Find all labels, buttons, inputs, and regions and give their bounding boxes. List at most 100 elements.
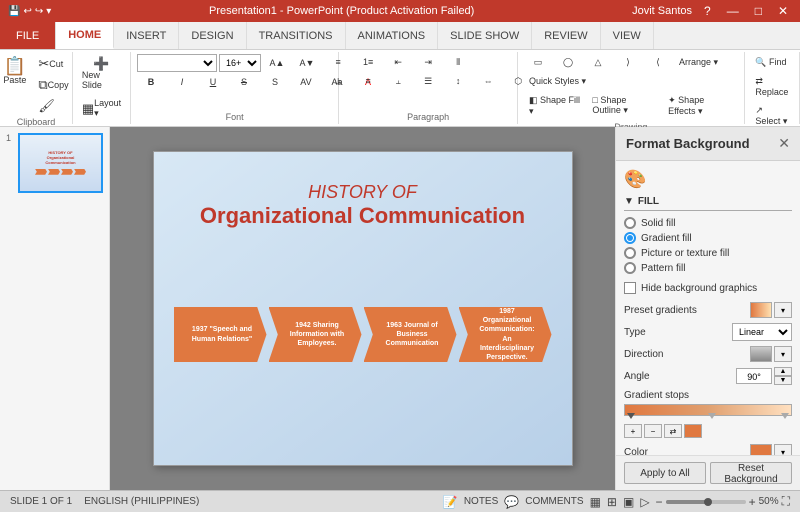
arrange-button[interactable]: Arrange ▾: [674, 54, 723, 71]
tab-transitions[interactable]: TRANSITIONS: [247, 22, 346, 49]
strikethrough-button[interactable]: S: [230, 74, 258, 90]
quick-access-toolbar[interactable]: 💾 ↩ ↪ ▾: [8, 6, 51, 17]
align-left-button[interactable]: ⫡: [324, 73, 352, 90]
bullets-button[interactable]: ≡: [324, 54, 352, 71]
reverse-stops-btn[interactable]: ⇄: [664, 424, 682, 438]
stop-marker-2[interactable]: [708, 413, 716, 419]
gradient-bar[interactable]: [624, 404, 792, 416]
shape-4[interactable]: ⟩: [614, 54, 642, 71]
tab-insert[interactable]: INSERT: [114, 22, 179, 49]
bold-button[interactable]: B: [137, 74, 165, 90]
slide-canvas[interactable]: HISTORY OF Organizational Communication …: [153, 151, 573, 466]
numbering-button[interactable]: 1≡: [354, 54, 382, 71]
italic-button[interactable]: I: [168, 74, 196, 90]
copy-button[interactable]: ⧉ Copy: [33, 75, 73, 94]
pattern-fill-option[interactable]: Pattern fill: [624, 262, 792, 274]
normal-view-btn[interactable]: ▦: [590, 495, 601, 509]
preset-dropdown-btn[interactable]: ▾: [774, 302, 792, 318]
tab-file[interactable]: FILE: [0, 22, 56, 49]
gradient-fill-radio[interactable]: [624, 232, 636, 244]
align-center-button[interactable]: ≡: [354, 73, 382, 90]
shape-effects-button[interactable]: ✦ Shape Effects ▾: [663, 92, 738, 120]
maximize-button[interactable]: □: [751, 4, 766, 18]
increase-indent-button[interactable]: ⇥: [414, 54, 442, 71]
type-select[interactable]: Linear: [732, 323, 792, 341]
format-painter-button[interactable]: 🖌: [33, 96, 73, 115]
comments-button[interactable]: 💬: [504, 495, 519, 509]
slide-thumbnail-1[interactable]: HISTORY OFOrganizationalCommunication: [18, 133, 103, 193]
line-spacing-button[interactable]: ↕: [444, 73, 472, 90]
picture-fill-radio[interactable]: [624, 247, 636, 259]
justify-button[interactable]: ☰: [414, 73, 442, 90]
slideshow-btn[interactable]: ▷: [640, 495, 649, 509]
pattern-fill-radio[interactable]: [624, 262, 636, 274]
undo-icon[interactable]: ↩: [23, 6, 31, 17]
shape-2[interactable]: ◯: [554, 54, 582, 71]
remove-stop-btn[interactable]: −: [644, 424, 662, 438]
preset-color-box[interactable]: [750, 302, 772, 318]
replace-button[interactable]: ⇄ Replace: [750, 73, 793, 100]
columns-button[interactable]: ⫴: [444, 54, 472, 71]
canvas-area[interactable]: HISTORY OF Organizational Communication …: [110, 127, 615, 490]
solid-fill-option[interactable]: Solid fill: [624, 217, 792, 229]
stop-marker-3[interactable]: [781, 413, 789, 419]
find-button[interactable]: 🔍 Find: [750, 54, 791, 71]
slide-sorter-btn[interactable]: ⊞: [607, 495, 617, 509]
font-size-select[interactable]: 16+: [219, 54, 261, 72]
arrow-block-1[interactable]: 1937 "Speech and Human Relations": [174, 307, 267, 362]
notes-button[interactable]: 📝: [443, 495, 458, 509]
tab-design[interactable]: DESIGN: [179, 22, 246, 49]
close-button[interactable]: ✕: [774, 4, 792, 18]
tab-review[interactable]: REVIEW: [532, 22, 600, 49]
angle-value[interactable]: 90°: [736, 368, 772, 384]
apply-to-all-button[interactable]: Apply to All: [624, 462, 706, 484]
shadow-button[interactable]: S: [261, 74, 289, 90]
zoom-thumb[interactable]: [704, 498, 712, 506]
new-slide-button[interactable]: ➕ New Slide: [77, 54, 126, 93]
fit-to-window-btn[interactable]: ⛶: [782, 494, 790, 509]
tab-animations[interactable]: ANIMATIONS: [346, 22, 439, 49]
underline-button[interactable]: U: [199, 74, 227, 90]
arrow-block-3[interactable]: 1963 Journal of Business Communication: [364, 307, 457, 362]
stop-marker-1[interactable]: [627, 413, 635, 419]
comments-label[interactable]: COMMENTS: [525, 496, 583, 507]
reset-background-button[interactable]: Reset Background: [710, 462, 792, 484]
arrow-block-4[interactable]: 1987 Organizational Communication: An In…: [459, 307, 552, 362]
tab-slideshow[interactable]: SLIDE SHOW: [438, 22, 532, 49]
quick-styles-button[interactable]: Quick Styles ▾: [524, 73, 591, 90]
direction-dropdown-btn[interactable]: ▾: [774, 346, 792, 362]
spacing-button[interactable]: AV: [292, 74, 320, 90]
font-family-select[interactable]: [137, 54, 217, 72]
hide-bg-checkbox[interactable]: [624, 282, 636, 294]
paste-button[interactable]: 📋 Paste: [0, 54, 31, 88]
help-button[interactable]: ?: [700, 4, 715, 18]
shape-fill-button[interactable]: ◧ Shape Fill ▾: [524, 92, 585, 120]
redo-icon[interactable]: ↪: [35, 6, 43, 17]
arrow-block-2[interactable]: 1942 Sharing Information with Employees.: [269, 307, 362, 362]
shape-1[interactable]: ▭: [524, 54, 552, 71]
color-dropdown-btn[interactable]: ▾: [774, 444, 792, 455]
gradient-fill-option[interactable]: Gradient fill: [624, 232, 792, 244]
minimize-button[interactable]: —: [723, 4, 743, 18]
select-button[interactable]: ↗ Select ▾: [750, 102, 793, 130]
angle-down-btn[interactable]: ▼: [774, 376, 792, 385]
hide-bg-option[interactable]: Hide background graphics: [624, 282, 792, 294]
cut-button[interactable]: ✂ Cut: [33, 54, 73, 73]
direction-preview[interactable]: [750, 346, 772, 362]
save-icon[interactable]: 💾: [8, 6, 20, 17]
angle-up-btn[interactable]: ▲: [774, 367, 792, 376]
decrease-indent-button[interactable]: ⇤: [384, 54, 412, 71]
shape-3[interactable]: △: [584, 54, 612, 71]
stop-color-btn[interactable]: [684, 424, 702, 438]
increase-font-btn[interactable]: A▲: [263, 56, 291, 70]
shape-5[interactable]: ⟨: [644, 54, 672, 71]
reading-view-btn[interactable]: ▣: [623, 495, 634, 509]
format-panel-close-button[interactable]: ✕: [778, 135, 790, 152]
shape-outline-button[interactable]: □ Shape Outline ▾: [587, 92, 661, 120]
color-swatch[interactable]: [750, 444, 772, 455]
solid-fill-radio[interactable]: [624, 217, 636, 229]
text-direction-button[interactable]: ⇔: [474, 73, 502, 90]
align-right-button[interactable]: ⫠: [384, 73, 412, 90]
tab-home[interactable]: HOME: [56, 22, 114, 49]
layout-button[interactable]: ▦ Layout ▾: [77, 95, 126, 122]
